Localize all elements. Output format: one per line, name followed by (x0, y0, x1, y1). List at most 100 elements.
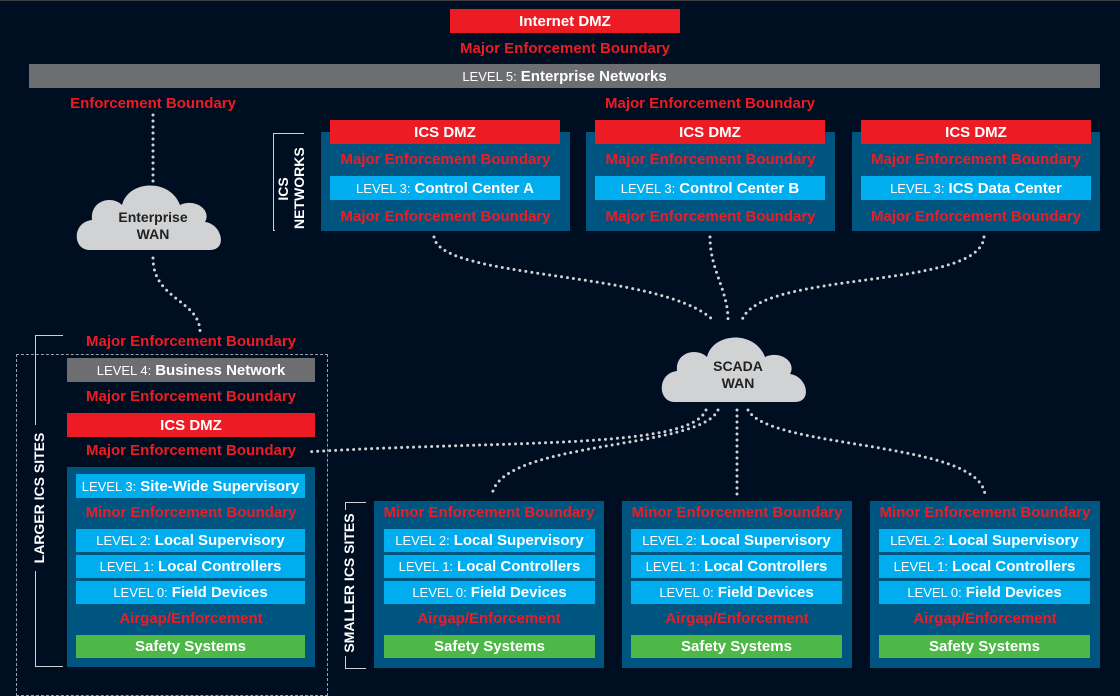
level-tag: LEVEL 1: (645, 559, 701, 574)
link-scada-to-larger-site (304, 408, 708, 454)
top-major-boundary: Major Enforcement Boundary (459, 40, 671, 57)
level5-name: Enterprise Networks (520, 67, 667, 85)
level-name: Field Devices (717, 584, 814, 601)
level-tag: LEVEL 1: (893, 559, 949, 574)
level-tag: LEVEL 3: (890, 180, 945, 196)
ics-networks-top-boundary: Major Enforcement Boundary (604, 95, 816, 112)
internet-dmz-bar: Internet DMZ (450, 9, 680, 33)
larger-site-safety-systems-bar: Safety Systems (76, 635, 305, 658)
level-tag: LEVEL 2: (642, 533, 697, 548)
enterprise-boundary: Enforcement Boundary (70, 95, 236, 112)
level-tag: LEVEL 2: (395, 533, 450, 548)
level-tag: LEVEL 2: (96, 533, 151, 548)
major-boundary: Major Enforcement Boundary (870, 208, 1082, 225)
ics-dmz-label: ICS DMZ (679, 123, 741, 141)
minor-boundary: Minor Enforcement Boundary (631, 504, 843, 521)
level2-bar: LEVEL 2: Local Supervisory (384, 529, 595, 552)
level2-bar: LEVEL 2: Local Supervisory (631, 529, 842, 552)
safety-label: Safety Systems (681, 638, 792, 655)
level-name: Local Supervisory (948, 532, 1079, 549)
major-boundary: Major Enforcement Boundary (605, 208, 816, 225)
level-tag: LEVEL 2: (890, 533, 945, 548)
airgap-boundary: Airgap/Enforcement (913, 610, 1057, 627)
level3-control-center-a-bar: LEVEL 3: Control Center A (330, 176, 560, 200)
level1-bar: LEVEL 1: Local Controllers (631, 555, 842, 578)
level-tag: LEVEL 0: (412, 585, 467, 600)
safety-label: Safety Systems (135, 638, 246, 655)
level-tag: LEVEL 0: (659, 585, 714, 600)
level2-local-supervisory-bar: LEVEL 2: Local Supervisory (76, 529, 305, 552)
level5-enterprise-networks-bar: LEVEL 5: Enterprise Networks (29, 64, 1100, 88)
larger-sites-label: LARGER ICS SITES (31, 425, 47, 571)
larger-site-airgap: Airgap/Enforcement (119, 610, 263, 627)
safety-systems-bar: Safety Systems (384, 635, 595, 658)
level1-bar: LEVEL 1: Local Controllers (384, 555, 595, 578)
airgap-boundary: Airgap/Enforcement (665, 610, 809, 627)
minor-boundary: Minor Enforcement Boundary (383, 504, 595, 521)
enterprise-wan-label: Enterprise WAN (100, 209, 206, 243)
level1-bar: LEVEL 1: Local Controllers (879, 555, 1090, 578)
ics-networks-label-line2: NETWORKS (291, 147, 307, 229)
ics-dmz-label: ICS DMZ (414, 123, 476, 141)
level3-site-wide-supervisory-bar: LEVEL 3: Site-Wide Supervisory (76, 474, 305, 498)
major-boundary: Major Enforcement Boundary (340, 151, 551, 168)
link-scada-to-small-1 (490, 408, 720, 497)
level0-bar: LEVEL 0: Field Devices (631, 581, 842, 604)
safety-label: Safety Systems (434, 638, 545, 655)
level1-local-controllers-bar: LEVEL 1: Local Controllers (76, 555, 305, 578)
level3-ics-data-center-bar: LEVEL 3: ICS Data Center (861, 176, 1091, 200)
ics-dmz-bar: ICS DMZ (595, 120, 825, 144)
scada-wan-label: SCADA WAN (685, 358, 791, 392)
level-tag: LEVEL 4: (96, 362, 152, 378)
ics-networks-label-line1: ICS (275, 177, 291, 201)
level-name: Local Supervisory (453, 532, 584, 549)
level-name: Field Devices (171, 584, 268, 601)
link-cc-b-to-scada (708, 235, 730, 322)
level-name: Local Controllers (952, 558, 1076, 575)
link-enterprise-wan-to-larger-site (151, 256, 202, 334)
major-boundary: Major Enforcement Boundary (605, 151, 816, 168)
ics-networks-label: ICS NETWORKS (275, 146, 307, 232)
level-tag: LEVEL 1: (398, 559, 454, 574)
link-scada-to-small-3 (746, 408, 987, 497)
level-tag: LEVEL 3: (356, 180, 411, 196)
level-tag: LEVEL 0: (113, 585, 168, 600)
smaller-sites-label: SMALLER ICS SITES (341, 510, 357, 656)
minor-boundary: Minor Enforcement Boundary (879, 504, 1091, 521)
ics-dmz-label: ICS DMZ (160, 416, 222, 434)
level-name: Local Supervisory (154, 532, 285, 549)
level5-tag: LEVEL 5: (462, 68, 517, 84)
safety-systems-bar: Safety Systems (879, 635, 1090, 658)
larger-site-boundary-1: Major Enforcement Boundary (85, 333, 297, 350)
enterprise-wan-line2: WAN (136, 226, 170, 242)
level-tag: LEVEL 3: (620, 180, 676, 196)
level-name: Site-Wide Supervisory (140, 477, 300, 495)
level4-business-network-bar: LEVEL 4: Business Network (67, 358, 315, 382)
link-cc-a-to-scada (432, 235, 715, 322)
level-name: ICS Data Center (948, 179, 1062, 197)
level3-control-center-b-bar: LEVEL 3: Control Center B (595, 176, 825, 200)
level-name: Field Devices (965, 584, 1062, 601)
level-name: Local Controllers (158, 558, 282, 575)
scada-wan-line1: SCADA (713, 358, 763, 374)
level0-bar: LEVEL 0: Field Devices (879, 581, 1090, 604)
level0-bar: LEVEL 0: Field Devices (384, 581, 595, 604)
scada-wan-line2: WAN (721, 375, 755, 391)
larger-site-boundary-3: Major Enforcement Boundary (85, 442, 297, 459)
major-boundary: Major Enforcement Boundary (870, 151, 1082, 168)
level0-field-devices-bar: LEVEL 0: Field Devices (76, 581, 305, 604)
larger-site-minor-boundary: Minor Enforcement Boundary (85, 504, 297, 521)
level-tag: LEVEL 1: (99, 559, 155, 574)
level-name: Business Network (155, 361, 286, 379)
ics-dmz-bar: ICS DMZ (330, 120, 560, 144)
level-tag: LEVEL 0: (907, 585, 962, 600)
level-name: Local Controllers (457, 558, 581, 575)
level-name: Field Devices (470, 584, 567, 601)
level2-bar: LEVEL 2: Local Supervisory (879, 529, 1090, 552)
level-name: Local Controllers (704, 558, 828, 575)
level-name: Local Supervisory (700, 532, 831, 549)
link-dc-to-scada (740, 235, 986, 322)
larger-site-boundary-2: Major Enforcement Boundary (85, 388, 297, 405)
ics-dmz-bar: ICS DMZ (861, 120, 1091, 144)
larger-site-ics-dmz-bar: ICS DMZ (67, 413, 315, 437)
